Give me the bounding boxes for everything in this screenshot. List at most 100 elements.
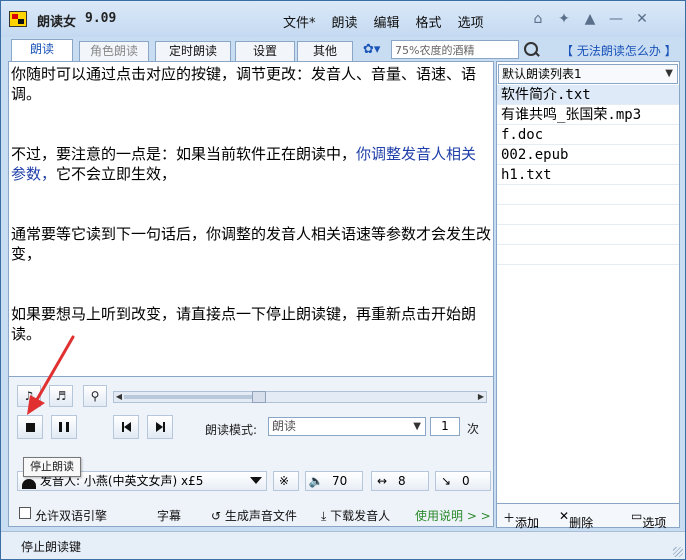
- music-icon[interactable]: ♬: [49, 385, 73, 407]
- delete-label: 删除: [569, 516, 594, 530]
- slider-right-arrow-icon[interactable]: ▶: [476, 392, 486, 402]
- read-mode-label: 朗读模式:: [205, 423, 258, 437]
- person-icon: [22, 479, 36, 489]
- read-mode-value: 朗读: [272, 419, 297, 433]
- empty-row: [497, 205, 679, 225]
- menu-edit[interactable]: 编辑: [366, 12, 408, 31]
- tab-role-read[interactable]: 角色朗读: [79, 41, 149, 61]
- text-mode-icon[interactable]: ♫: [17, 385, 41, 407]
- chevron-down-icon: [250, 477, 262, 484]
- paragraph: 通常要等它读到下一句话后，你调整的发音人相关语速等参数才会发生改变，: [11, 225, 492, 263]
- paragraph-text: 它不会立即生效，: [56, 165, 177, 183]
- title-icons: ⌂ ✦ ▲ — ✕: [525, 9, 655, 29]
- paragraph: 不过，要注意的一点是：如果当前软件正在朗读中，你调整发音人相关参数，它不会立即生…: [11, 144, 491, 184]
- tab-read[interactable]: 朗读: [11, 39, 73, 61]
- microphone-icon[interactable]: ⚲: [83, 385, 107, 407]
- playlist-actions: ＋ 添加 ✕ 删除 ▭ 选项: [496, 504, 680, 530]
- download-voice-button[interactable]: ⤓ 下载发音人: [321, 507, 390, 524]
- volume-control[interactable]: 🔈 70: [305, 471, 363, 491]
- list-options-label: 选项: [642, 516, 667, 530]
- add-label: 添加: [515, 516, 540, 530]
- playlist-pane: 默认朗读列表1 ▼ 软件简介.txt 有谁共鸣_张国荣.mp3 f.doc 00…: [496, 61, 680, 504]
- speed-icon: ↔: [376, 474, 388, 488]
- close-icon[interactable]: ✕: [629, 9, 655, 29]
- tab-other[interactable]: 其他: [297, 41, 353, 61]
- shirt-icon[interactable]: ▲: [577, 9, 603, 29]
- status-bar: 停止朗读键: [1, 531, 685, 559]
- search-engine-icon[interactable]: ✿▾: [363, 41, 387, 59]
- bilingual-label: 允许双语引擎: [35, 509, 108, 523]
- repeat-count-input[interactable]: 1: [430, 417, 460, 436]
- generate-audio-label: 生成声音文件: [224, 509, 297, 523]
- menu-options[interactable]: 选项: [450, 12, 492, 31]
- list-item[interactable]: 002.epub: [497, 145, 679, 165]
- pitch-control[interactable]: ↘ 0: [435, 471, 491, 491]
- search-input[interactable]: [391, 40, 519, 59]
- previous-button[interactable]: [113, 415, 139, 439]
- pause-button[interactable]: [51, 415, 77, 439]
- stop-button[interactable]: [17, 415, 43, 439]
- volume-icon: 🔈: [308, 474, 324, 488]
- search-icon[interactable]: [522, 39, 540, 59]
- paragraph: 如果要想马上听到改变，请直接点一下停止朗读键，再重新点击开始朗读。: [11, 305, 477, 343]
- instructions-link[interactable]: 使用说明 > >: [415, 507, 491, 524]
- empty-row: [497, 245, 679, 265]
- app-logo-icon: [9, 11, 27, 27]
- next-icon: [155, 422, 165, 432]
- stop-icon: [25, 422, 35, 432]
- pause-icon: [59, 422, 69, 432]
- generate-audio-button[interactable]: ↺ 生成声音文件: [211, 507, 297, 524]
- slider-thumb[interactable]: [252, 391, 266, 403]
- options-row: 允许双语引擎 字幕 ↺ 生成声音文件 ⤓ 下载发音人 使用说明 > >: [17, 507, 493, 523]
- list-item[interactable]: 有谁共鸣_张国荣.mp3: [497, 105, 679, 125]
- bilingual-checkbox[interactable]: [19, 507, 31, 519]
- tools-icon[interactable]: ✦: [551, 9, 577, 29]
- app-title: 朗读女: [37, 15, 77, 30]
- playlist-select-value: 默认朗读列表1: [502, 67, 582, 81]
- slider-left-arrow-icon[interactable]: ◀: [114, 392, 124, 402]
- empty-row: [497, 185, 679, 205]
- pitch-value: 0: [462, 474, 470, 488]
- voice-settings-button[interactable]: ※: [273, 471, 299, 491]
- home-icon[interactable]: ⌂: [525, 9, 551, 29]
- chevron-down-icon: ▼: [413, 421, 421, 432]
- menu-file[interactable]: 文件*: [275, 12, 324, 31]
- playlist-select[interactable]: 默认朗读列表1 ▼: [498, 64, 678, 84]
- tooltip: 停止朗读: [23, 457, 81, 477]
- subtitle-button[interactable]: 字幕: [157, 507, 181, 524]
- status-text: 停止朗读键: [21, 540, 82, 554]
- menu-bar: 文件* 朗读 编辑 格式 选项: [275, 12, 492, 31]
- read-mode-select[interactable]: 朗读 ▼: [268, 417, 426, 436]
- paragraph-text: 不过，要注意的一点是：如果当前软件正在朗读中，: [11, 145, 357, 163]
- list-item[interactable]: f.doc: [497, 125, 679, 145]
- voice-value: 小燕(中英文女声) x£5: [83, 474, 204, 488]
- next-button[interactable]: [147, 415, 173, 439]
- previous-icon: [121, 422, 131, 432]
- app-window: 朗读女 9.09 文件* 朗读 编辑 格式 选项 ⌂ ✦ ▲ — ✕ 朗读 角色…: [0, 0, 686, 560]
- minimize-icon[interactable]: —: [603, 9, 629, 29]
- delete-button[interactable]: ✕ 删除: [559, 509, 593, 530]
- list-item[interactable]: 软件简介.txt: [497, 85, 679, 105]
- chevron-down-icon: ▼: [665, 68, 673, 79]
- list-options-button[interactable]: ▭ 选项: [631, 509, 666, 530]
- volume-value: 70: [332, 474, 348, 488]
- voice-row: 发音人: 小燕(中英文女声) x£5 ※ 🔈 70 ↔ 8 ↘ 0: [17, 471, 491, 493]
- help-link[interactable]: 【 无法朗读怎么办 】: [561, 42, 677, 59]
- progress-slider[interactable]: ◀ ▶: [113, 391, 487, 403]
- download-voice-label: 下载发音人: [330, 509, 391, 523]
- speed-control[interactable]: ↔ 8: [371, 471, 429, 491]
- menu-format[interactable]: 格式: [408, 12, 450, 31]
- empty-row: [497, 225, 679, 245]
- voice-settings-icon: ※: [278, 474, 290, 488]
- playlist-items: 软件简介.txt 有谁共鸣_张国荣.mp3 f.doc 002.epub h1.…: [497, 85, 679, 265]
- speed-value: 8: [398, 474, 406, 488]
- list-item[interactable]: h1.txt: [497, 165, 679, 185]
- add-button[interactable]: ＋ 添加: [503, 509, 539, 530]
- text-editor[interactable]: 你随时可以通过点击对应的按键，调节更改：发音人、音量、语速、语调。 不过，要注意…: [8, 61, 494, 377]
- app-version: 9.09: [85, 11, 117, 26]
- tab-settings[interactable]: 设置: [235, 41, 295, 61]
- tab-timer-read[interactable]: 定时朗读: [155, 41, 231, 61]
- resize-grip-icon[interactable]: [673, 547, 683, 557]
- menu-read[interactable]: 朗读: [324, 12, 366, 31]
- slider-fill: [124, 395, 252, 399]
